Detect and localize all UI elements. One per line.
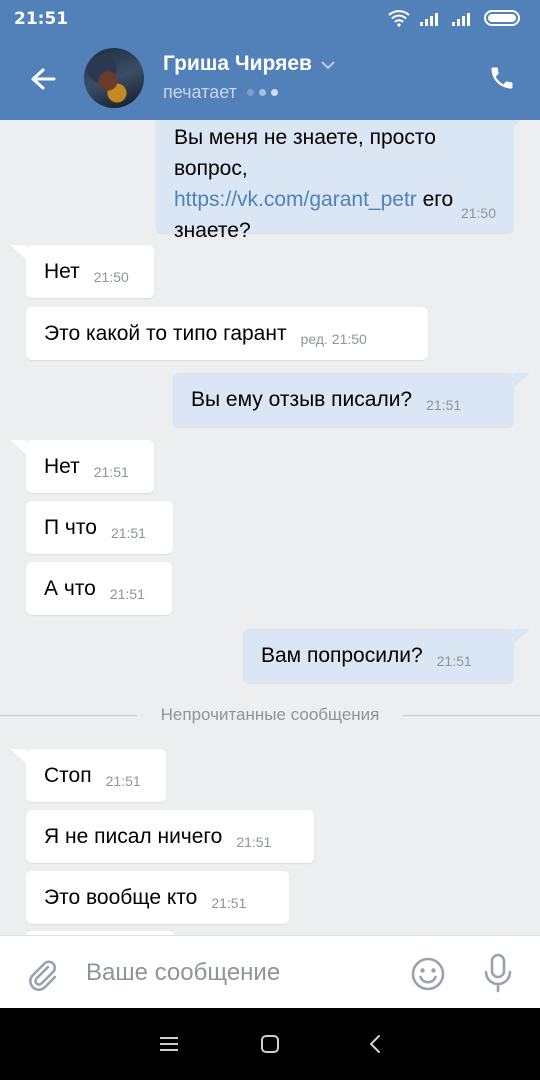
bubble-tail: [514, 120, 530, 126]
message-text: П что: [44, 515, 97, 539]
unread-divider: Непрочитанные сообщения: [0, 704, 540, 726]
message-bubble-incoming[interactable]: П что 21:51: [26, 501, 173, 554]
call-button[interactable]: [486, 62, 518, 94]
message-bubble-incoming[interactable]: Это какой то типо гарант ред. 21:50: [26, 307, 428, 360]
message-bubble-incoming[interactable]: Я не писал ничего 21:51: [26, 810, 314, 863]
typing-status: печатает: [163, 82, 283, 103]
message-time: ред. 21:50: [300, 330, 367, 347]
status-time: 21:51: [14, 9, 69, 29]
message-time: 21:50: [93, 268, 129, 285]
divider-line: [403, 714, 540, 716]
menu-button[interactable]: [155, 1030, 183, 1058]
message-bubble-outgoing[interactable]: Вы меня не знаете, просто вопрос, https:…: [156, 120, 514, 242]
home-square-icon: [261, 1035, 279, 1053]
status-icons: [378, 8, 524, 28]
message-text: Вы меня не знаете, просто вопрос, https:…: [174, 126, 454, 242]
battery-icon: [484, 10, 520, 26]
back-chevron-icon: [370, 1035, 380, 1053]
message-link[interactable]: https://vk.com/garant_petr: [174, 188, 417, 211]
message-bubble-outgoing[interactable]: Вы ему отзыв писали? 21:51: [173, 373, 514, 427]
typing-status-text: печатает: [163, 82, 237, 102]
signal-icon: [420, 13, 438, 26]
message-time: 21:51: [109, 585, 145, 602]
message-text: Это вообще кто: [44, 885, 198, 909]
message-bubble-incoming[interactable]: А что 21:51: [26, 562, 172, 615]
message-text: Вам попросили?: [261, 644, 423, 667]
microphone-icon[interactable]: [481, 953, 515, 993]
message-time: 21:51: [426, 397, 462, 413]
system-nav-bar: [0, 1008, 540, 1080]
bubble-tail: [10, 749, 26, 763]
system-back-button[interactable]: [361, 1030, 389, 1058]
signal-icon: [452, 13, 470, 26]
message-text: Я не писал ничего: [44, 824, 223, 848]
message-text: А что: [44, 576, 96, 600]
message-text: Нет: [44, 259, 80, 283]
message-bubble-incoming[interactable]: Это вообще кто 21:51: [26, 871, 289, 924]
wifi-icon: [388, 10, 410, 27]
message-time: 21:50: [460, 205, 496, 221]
chat-header: 21:51 Гриша Чиряев печатает: [0, 0, 540, 120]
contact-name-row[interactable]: Гриша Чиряев: [163, 52, 335, 76]
bubble-tail: [514, 629, 530, 643]
message-time: 21:51: [105, 772, 141, 789]
message-composer: [0, 935, 540, 1008]
message-bubble-incoming[interactable]: Стоп 21:51: [26, 749, 166, 802]
message-time: 21:51: [436, 653, 472, 669]
arrow-left-icon: [31, 68, 56, 90]
message-text: Стоп: [44, 763, 92, 787]
message-list[interactable]: Вы меня не знаете, просто вопрос, https:…: [0, 120, 540, 935]
message-time: 21:51: [211, 894, 247, 911]
message-text: Это какой то типо гарант: [44, 321, 287, 345]
message-text: Вы ему отзыв писали?: [191, 388, 413, 411]
bubble-tail: [514, 373, 530, 387]
bubble-tail: [10, 440, 26, 454]
message-bubble-incoming[interactable]: Нет 21:50: [26, 245, 154, 298]
message-text: Нет: [44, 454, 80, 478]
message-bubble-outgoing[interactable]: Вам попросили? 21:51: [243, 629, 514, 683]
chevron-down-icon: [321, 60, 335, 69]
phone-icon: [491, 67, 513, 89]
paperclip-icon[interactable]: [24, 956, 60, 992]
message-time: 21:51: [110, 524, 146, 541]
message-time: 21:51: [93, 463, 129, 480]
divider-line: [0, 714, 137, 716]
typing-dots-icon: [246, 89, 283, 96]
message-time: 21:51: [236, 833, 272, 850]
bubble-tail: [10, 245, 26, 259]
status-bar: 21:51: [0, 0, 540, 36]
unread-divider-label: Непрочитанные сообщения: [160, 705, 380, 724]
contact-avatar[interactable]: [84, 48, 144, 108]
contact-name: Гриша Чиряев: [163, 52, 312, 75]
smile-icon[interactable]: [410, 956, 446, 992]
back-button[interactable]: [26, 62, 60, 96]
home-button[interactable]: [256, 1030, 284, 1058]
menu-icon: [160, 1037, 178, 1051]
message-input[interactable]: [86, 956, 386, 990]
message-bubble-incoming[interactable]: Нет 21:51: [26, 440, 154, 493]
